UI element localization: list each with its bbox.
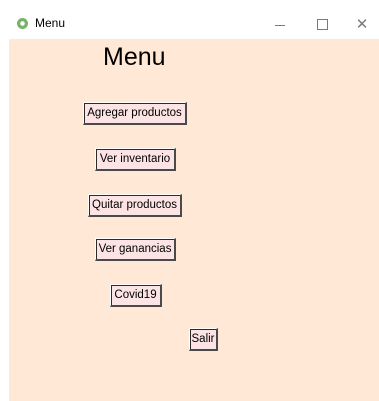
menu-panel: Menu Agregar productos Ver inventario Qu… <box>9 39 379 401</box>
minimize-button[interactable] <box>265 13 295 35</box>
close-button[interactable]: ✕ <box>347 13 377 35</box>
remove-products-button[interactable]: Quitar productos <box>88 194 182 217</box>
exit-button[interactable]: Salir <box>189 328 218 351</box>
view-earnings-button[interactable]: Ver ganancias <box>95 238 176 261</box>
maximize-icon <box>316 18 328 30</box>
page-title: Menu <box>103 43 166 71</box>
view-inventory-button[interactable]: Ver inventario <box>95 148 176 171</box>
minimize-icon <box>275 24 285 26</box>
window-title: Menu <box>35 16 66 30</box>
app-icon <box>17 18 28 29</box>
app-window: Menu ✕ Menu Agregar productos Ver invent… <box>9 9 379 401</box>
maximize-button[interactable] <box>307 13 337 35</box>
covid19-button[interactable]: Covid19 <box>110 284 162 307</box>
title-bar[interactable]: Menu ✕ <box>9 9 379 39</box>
close-icon: ✕ <box>355 14 369 33</box>
add-products-button[interactable]: Agregar productos <box>83 102 187 125</box>
